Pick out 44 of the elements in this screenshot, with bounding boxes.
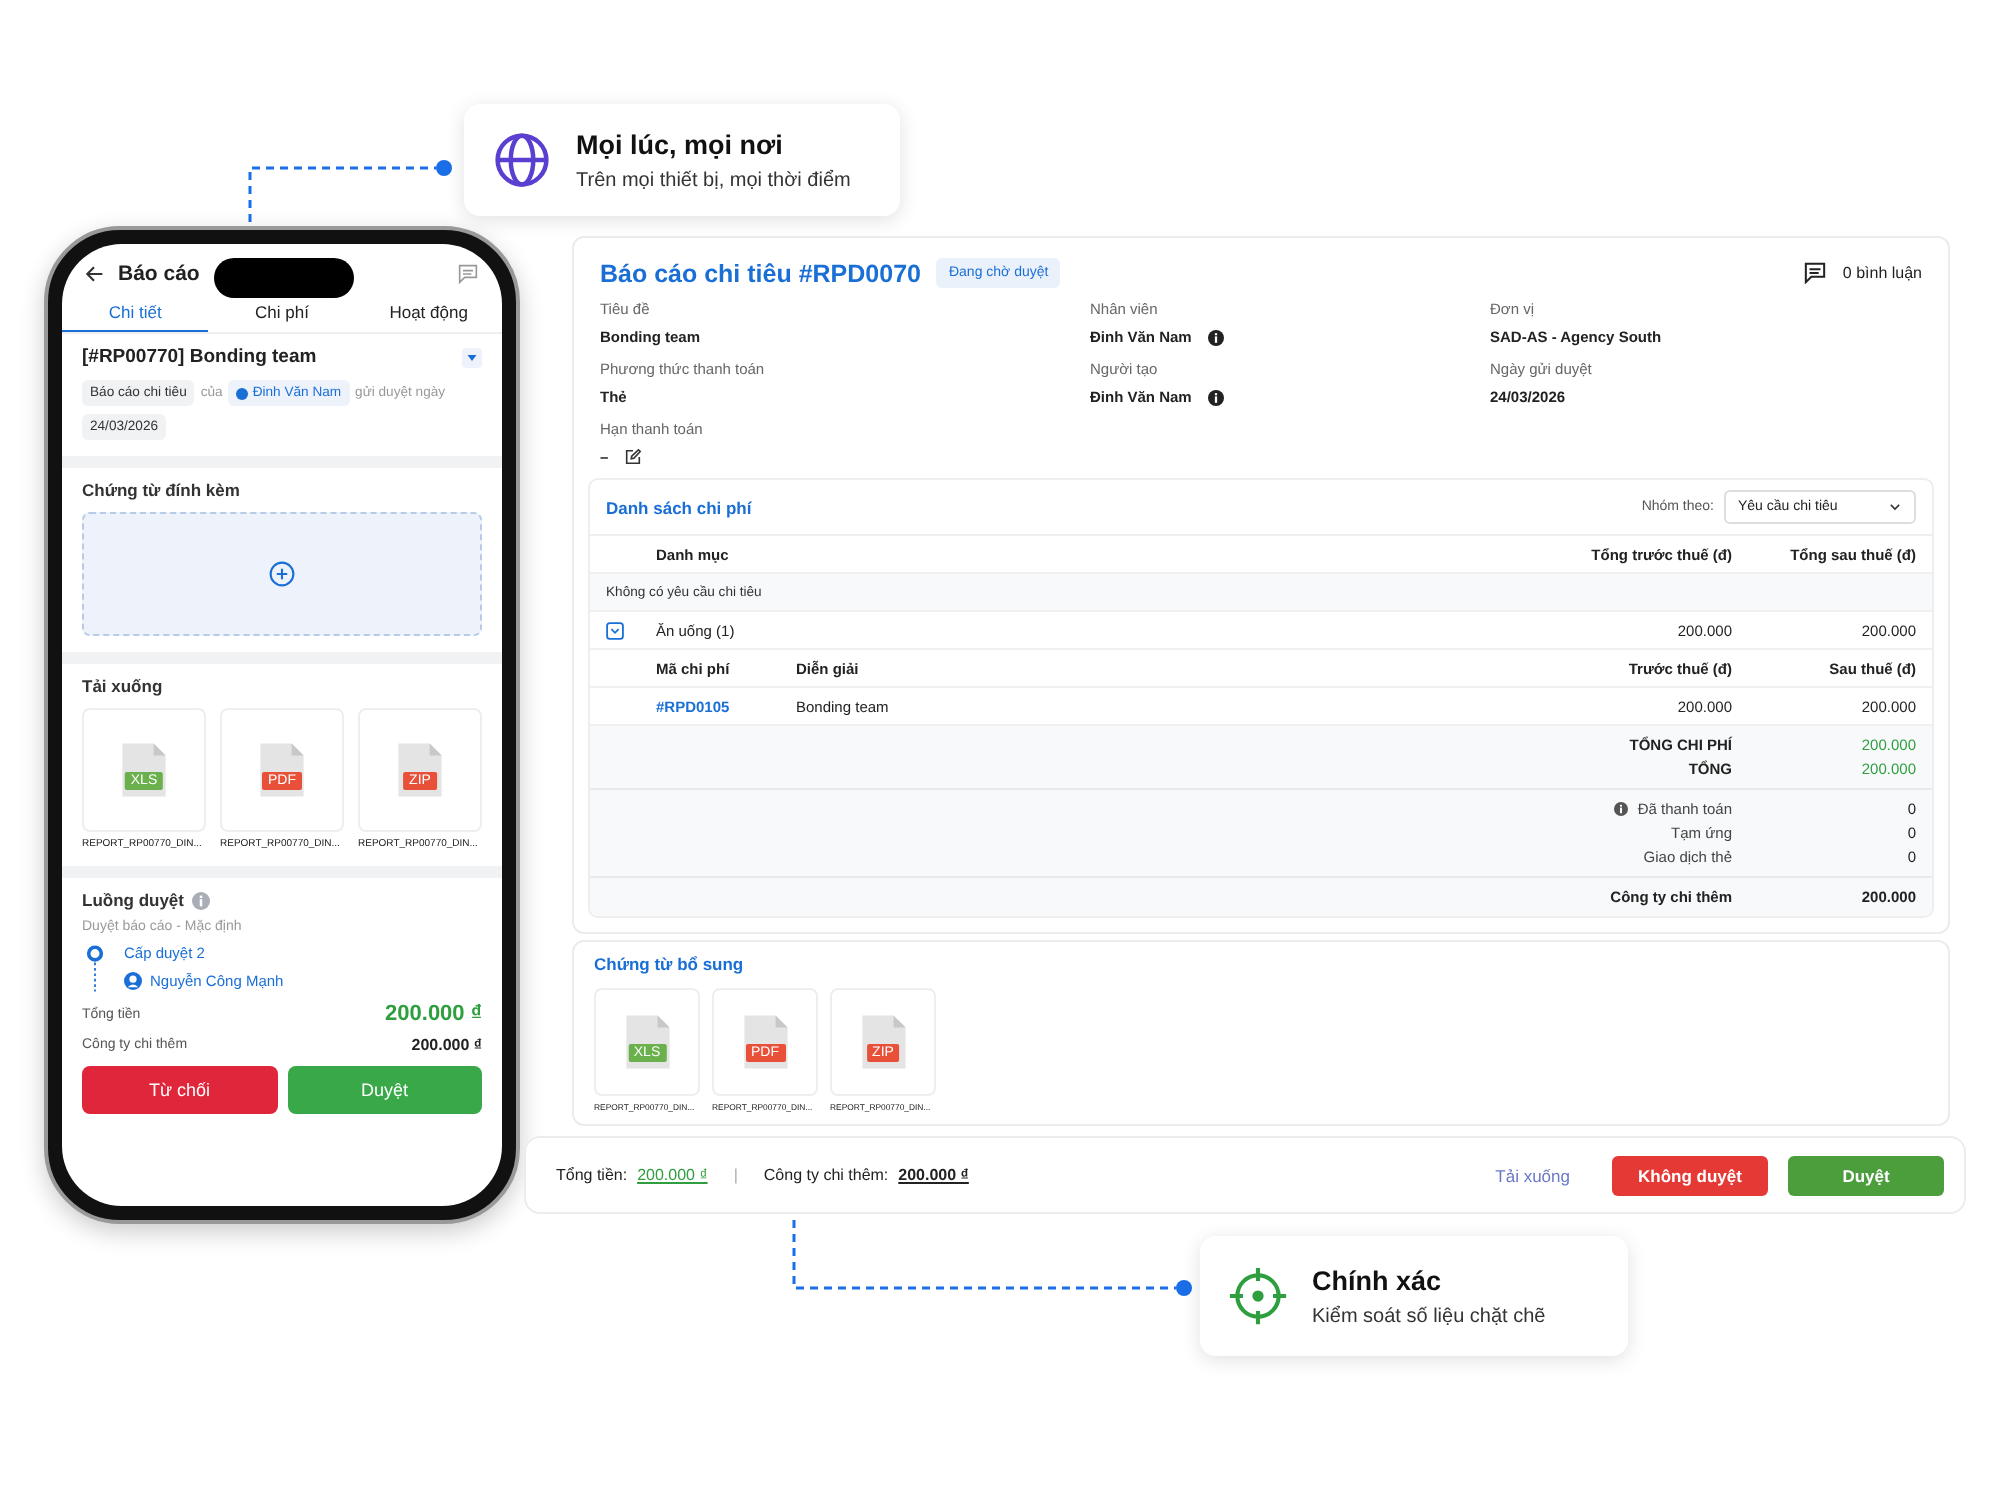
chevron-down-icon bbox=[1888, 500, 1902, 514]
section-title: Chứng từ đính kèm bbox=[82, 480, 242, 500]
reject-button[interactable]: Không duyệt bbox=[1612, 1155, 1768, 1195]
total-amount: 200.000 ₫ bbox=[385, 1002, 482, 1026]
callout-title: Mọi lúc, mọi nơi bbox=[576, 129, 785, 159]
report-title: [#RP00770] Bonding team bbox=[82, 346, 317, 368]
edit-icon[interactable] bbox=[624, 448, 643, 466]
caret-down-icon bbox=[466, 351, 478, 363]
camera-notch bbox=[214, 258, 354, 298]
section-title: Tải xuống bbox=[82, 676, 165, 696]
approve-button[interactable]: Duyệt bbox=[1788, 1155, 1944, 1195]
avatar-icon bbox=[124, 972, 142, 990]
back-icon[interactable] bbox=[84, 264, 104, 284]
tab[interactable]: Hoạt động bbox=[355, 294, 502, 332]
comment-count[interactable]: 0 bình luận bbox=[1842, 264, 1922, 282]
target-icon bbox=[1228, 1266, 1288, 1326]
report-title: Báo cáo chi tiêu #RPD0070 bbox=[600, 259, 921, 287]
add-icon bbox=[268, 560, 296, 588]
callout-title: Chính xác bbox=[1312, 1265, 1444, 1295]
total-amount: 200.000 ₫ bbox=[637, 1166, 708, 1184]
globe-icon bbox=[492, 130, 552, 190]
approve-button[interactable]: Duyệt bbox=[287, 1066, 482, 1114]
tab[interactable]: Chi phí bbox=[208, 294, 356, 332]
comment-icon[interactable] bbox=[1804, 262, 1827, 284]
company-label: Công ty chi thêm: bbox=[763, 1166, 889, 1184]
info-icon[interactable] bbox=[1613, 802, 1628, 816]
tab[interactable]: Chi tiết bbox=[62, 294, 209, 332]
timeline-marker-icon bbox=[86, 944, 104, 992]
total-amount: 200.000 ₫ bbox=[411, 1036, 482, 1054]
callout-subtitle: Trên mọi thiết bị, mọi thời điểm bbox=[576, 169, 851, 191]
screen-title: Báo cáo bbox=[118, 262, 200, 286]
download-link[interactable]: Tải xuống bbox=[1483, 1163, 1582, 1187]
separator: | bbox=[733, 1166, 738, 1184]
company-amount: 200.000 ₫ bbox=[898, 1166, 969, 1184]
info-icon[interactable] bbox=[1207, 389, 1224, 405]
reject-button[interactable]: Từ chối bbox=[82, 1066, 277, 1114]
dropdown-button[interactable] bbox=[462, 347, 482, 367]
section-title: Luồng duyệt bbox=[82, 890, 184, 910]
collapse-toggle-icon[interactable] bbox=[606, 621, 624, 639]
callout-subtitle: Kiểm soát số liệu chặt chẽ bbox=[1312, 1305, 1546, 1327]
info-icon[interactable] bbox=[1207, 329, 1224, 345]
section-title: Danh sách chi phí bbox=[606, 497, 752, 517]
total-label: Tổng tiền: bbox=[556, 1166, 628, 1184]
section-title: Chứng từ bổ sung bbox=[594, 954, 746, 974]
